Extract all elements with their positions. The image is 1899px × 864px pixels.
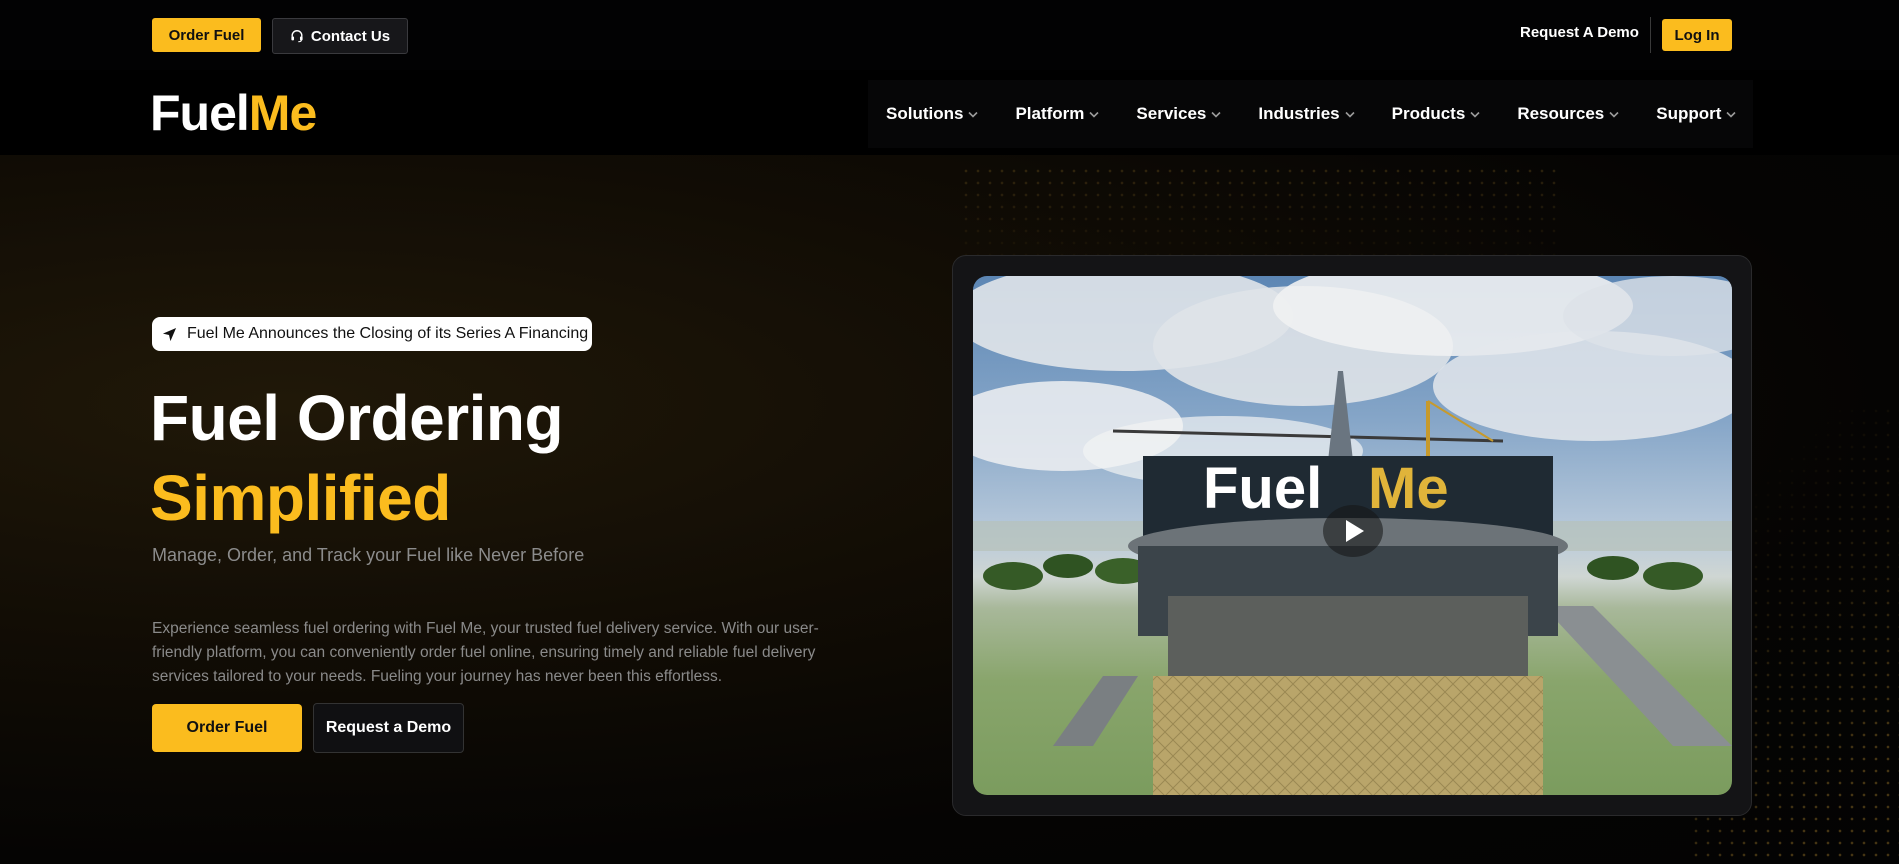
request-demo-link[interactable]: Request A Demo bbox=[1520, 24, 1639, 41]
tower-sign-fuel: Fuel bbox=[1203, 456, 1322, 521]
chevron-down-icon bbox=[1609, 111, 1619, 118]
fuelme-logo[interactable]: Fuel Me bbox=[150, 85, 317, 141]
logo-text-fuel: Fuel bbox=[150, 85, 250, 141]
contact-us-button[interactable]: Contact Us bbox=[272, 18, 408, 54]
headset-icon bbox=[291, 30, 303, 43]
announcement-text: Fuel Me Announces the Closing of its Ser… bbox=[187, 325, 589, 342]
nav-item-platform[interactable]: Platform bbox=[1015, 104, 1099, 124]
hero-title-line2: Simplified bbox=[150, 462, 451, 534]
nav-item-label: Services bbox=[1136, 104, 1207, 123]
nav-item-label: Products bbox=[1391, 104, 1466, 123]
hero-paragraph: Experience seamless fuel ordering with F… bbox=[152, 620, 819, 685]
chevron-down-icon bbox=[1089, 111, 1099, 118]
nav-item-label: Resources bbox=[1517, 104, 1605, 123]
request-demo-button[interactable]: Request a Demo bbox=[313, 703, 464, 753]
hero-title-line1: Fuel Ordering bbox=[150, 382, 564, 454]
contact-us-label: Contact Us bbox=[310, 27, 391, 45]
log-in-button[interactable]: Log In bbox=[1662, 19, 1732, 51]
nav-item-resources[interactable]: Resources bbox=[1517, 104, 1619, 124]
hero-subtitle: Manage, Order, and Track your Fuel like … bbox=[152, 545, 585, 565]
chevron-down-icon bbox=[1211, 111, 1221, 118]
nav-item-label: Solutions bbox=[886, 104, 964, 123]
nav-item-label: Industries bbox=[1258, 104, 1340, 123]
nav-item-products[interactable]: Products bbox=[1392, 104, 1481, 124]
announcement-badge[interactable]: Fuel Me Announces the Closing of its Ser… bbox=[152, 317, 592, 351]
nav-item-solutions[interactable]: Solutions bbox=[886, 104, 979, 124]
navigation-arrow-icon bbox=[162, 327, 177, 341]
nav-item-label: Support bbox=[1656, 104, 1722, 123]
logo-text-me: Me bbox=[248, 85, 317, 141]
chevron-down-icon bbox=[1345, 111, 1355, 118]
nav-item-support[interactable]: Support bbox=[1656, 104, 1736, 124]
chevron-down-icon bbox=[1726, 111, 1736, 118]
nav-item-industries[interactable]: Industries bbox=[1258, 104, 1355, 124]
order-fuel-button[interactable]: Order Fuel bbox=[152, 704, 302, 752]
play-icon[interactable] bbox=[1322, 504, 1384, 558]
order-fuel-top-button[interactable]: Order Fuel bbox=[152, 18, 261, 52]
main-nav: Solutions Platform Services Industries P… bbox=[868, 80, 1753, 148]
top-divider bbox=[1650, 17, 1651, 53]
chevron-down-icon bbox=[968, 111, 979, 118]
nav-item-services[interactable]: Services bbox=[1136, 104, 1221, 124]
chevron-down-icon bbox=[1470, 111, 1480, 118]
nav-item-label: Platform bbox=[1015, 104, 1085, 123]
